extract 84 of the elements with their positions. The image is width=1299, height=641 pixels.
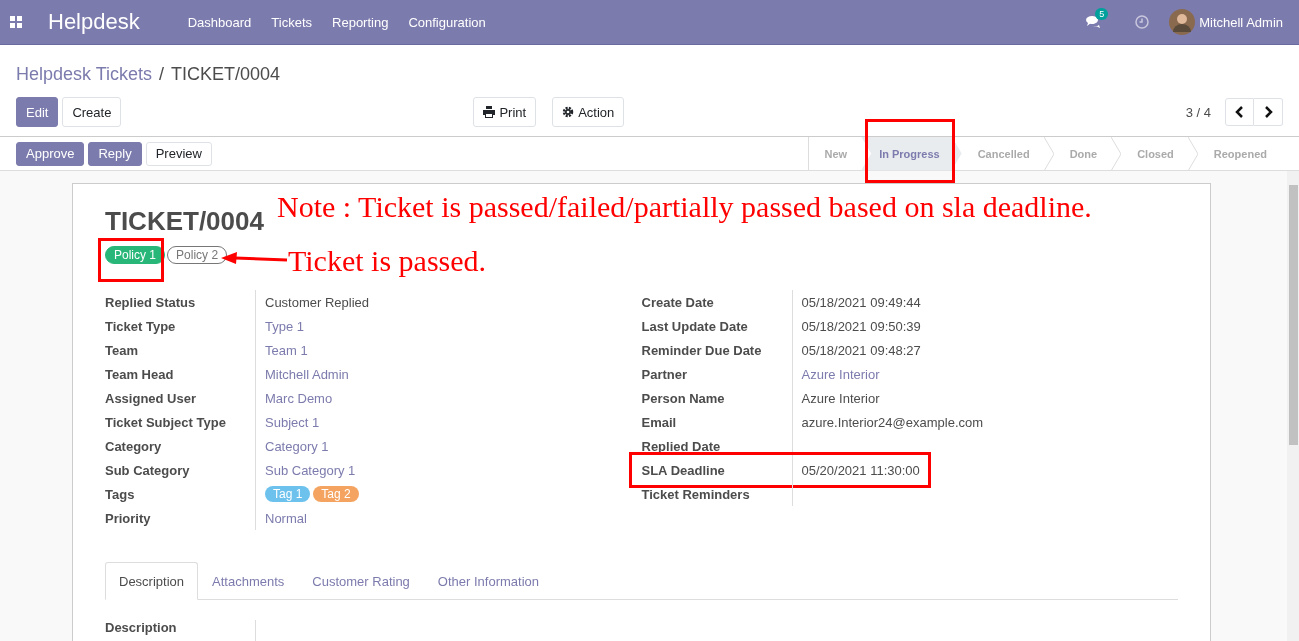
previous-button[interactable] <box>1225 98 1254 126</box>
field-label: Ticket Type <box>105 318 177 334</box>
field-value: azure.Interior24@example.com <box>801 414 984 430</box>
field-link[interactable]: Azure Interior <box>801 366 880 382</box>
notebook-tab[interactable]: Description <box>105 562 199 600</box>
field-link[interactable]: Marc Demo <box>265 390 333 406</box>
tag-badge: Tag 1 <box>265 486 311 502</box>
field-label: Priority <box>105 510 152 526</box>
notebook-tab[interactable]: Other Information <box>423 562 553 600</box>
field-value: 05/20/2021 11:30:00 <box>801 462 920 478</box>
field-link[interactable]: Type 1 <box>265 318 305 334</box>
action-button[interactable]: Action <box>552 97 625 127</box>
field-label: Create Date <box>641 294 715 310</box>
field-link[interactable]: Category 1 <box>265 438 329 454</box>
field-label: Description <box>105 620 178 637</box>
field-label: Ticket Subject Type <box>105 414 227 430</box>
next-button[interactable] <box>1254 98 1283 126</box>
field-label: Team <box>105 342 139 358</box>
stage-divider <box>1043 136 1054 171</box>
menu-item[interactable]: Configuration <box>408 10 486 34</box>
annotation-note: Note : Ticket is passed/failed/partially passed based on sla deadline. <box>277 190 1092 224</box>
pager-counter: 3 / 4 <box>1185 104 1211 120</box>
field-value: 05/18/2021 09:50:39 <box>801 318 921 334</box>
annotation-arrow <box>221 252 287 266</box>
menu-item[interactable]: Dashboard <box>187 10 252 34</box>
field-label: Ticket Reminders <box>641 486 751 502</box>
field-label: Email <box>641 414 678 430</box>
chat-icon[interactable] <box>1085 15 1102 29</box>
field-label: Team Head <box>105 366 175 382</box>
field-link[interactable]: Team 1 <box>265 342 308 358</box>
avatar-icon[interactable] <box>1169 9 1196 35</box>
field-label: Sub Category <box>105 462 191 478</box>
field-link[interactable]: Normal <box>265 510 307 526</box>
field-label: Reminder Due Date <box>641 342 763 358</box>
field-label: Person Name <box>641 390 726 406</box>
gear-icon <box>562 106 575 118</box>
annotation-label: Ticket is passed. <box>288 244 487 278</box>
chevron-left-icon <box>1234 106 1245 118</box>
status-stage[interactable]: Cancelled <box>961 136 1044 171</box>
field-label: SLA Deadline <box>641 462 726 478</box>
field-label: Partner <box>641 366 689 382</box>
secondary-button[interactable]: Create <box>62 97 122 127</box>
field-label: Category <box>105 438 163 454</box>
breadcrumb-link[interactable]: Helpdesk Tickets <box>16 63 153 85</box>
clock-icon[interactable] <box>1135 15 1150 29</box>
status-stage[interactable]: Done <box>1053 136 1112 171</box>
user-name[interactable]: Mitchell Admin <box>1199 14 1283 30</box>
status-stage[interactable]: In Progress <box>861 136 962 171</box>
breadcrumb-separator: / <box>159 63 165 85</box>
field-label: Tags <box>105 486 136 502</box>
menu-item[interactable]: Tickets <box>271 10 313 34</box>
field-value: Customer Replied <box>265 294 370 310</box>
stage-divider <box>1111 136 1122 171</box>
printer-icon <box>483 106 496 118</box>
primary-button[interactable]: Approve <box>16 141 85 166</box>
field-label: Assigned User <box>105 390 198 406</box>
field-label: Replied Status <box>105 294 197 310</box>
breadcrumb-current: TICKET/0004 <box>171 63 281 85</box>
field-value: Azure Interior <box>801 390 880 406</box>
field-link[interactable]: Subject 1 <box>265 414 320 430</box>
field-value: 05/18/2021 09:49:44 <box>801 294 921 310</box>
tag-badge: Tag 2 <box>313 486 359 502</box>
primary-button[interactable]: Reply <box>88 141 142 166</box>
field-value: 05/18/2021 09:48:27 <box>801 342 921 358</box>
notebook-tab[interactable]: Attachments <box>198 562 299 600</box>
status-stage[interactable]: Closed <box>1121 136 1188 171</box>
status-stage[interactable]: New <box>808 136 862 171</box>
scrollbar-thumb[interactable] <box>1289 185 1298 445</box>
chevron-right-icon <box>1263 106 1273 118</box>
message-count-badge: 5 <box>1095 8 1109 20</box>
secondary-button[interactable]: Preview <box>145 141 212 166</box>
field-label: Replied Date <box>641 438 722 454</box>
field-label: Last Update Date <box>641 318 749 334</box>
ticket-title: TICKET/0004 <box>105 206 264 238</box>
print-button[interactable]: Print <box>473 97 537 127</box>
field-link[interactable]: Mitchell Admin <box>265 366 349 382</box>
app-title: Helpdesk <box>48 9 140 35</box>
menu-item[interactable]: Reporting <box>332 10 389 34</box>
primary-button[interactable]: Edit <box>16 97 59 127</box>
field-link[interactable]: Sub Category 1 <box>265 462 356 478</box>
notebook-tab[interactable]: Customer Rating <box>298 562 424 600</box>
status-stage[interactable]: Reopened <box>1197 136 1281 171</box>
apps-menu-icon[interactable] <box>10 16 22 28</box>
stage-divider <box>1187 136 1198 171</box>
